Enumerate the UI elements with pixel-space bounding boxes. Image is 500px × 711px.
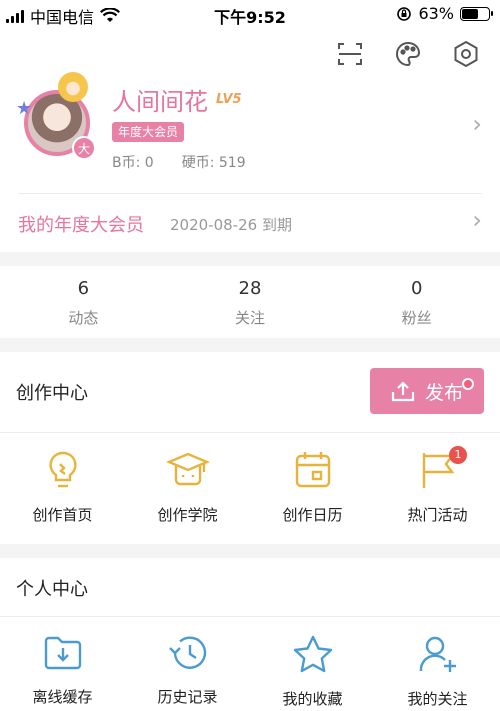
palette-icon[interactable] [394,40,422,68]
stat-followers[interactable]: 0 粉丝 [333,266,500,338]
personal-center-title: 个人中心 [16,579,88,600]
creation-academy-item[interactable]: 创作学院 [125,450,250,525]
orientation-lock-icon [397,6,412,21]
stats-bar: 6 动态 28 关注 0 粉丝 [0,266,500,338]
stat-following[interactable]: 28 关注 [167,266,334,338]
level-badge: LV5 [216,92,242,107]
battery-icon [460,6,493,21]
star-icon [293,635,332,673]
notification-badge: 1 [449,446,467,464]
calendar-icon [295,452,330,488]
history-item[interactable]: 历史记录 [125,634,250,709]
my-following-item[interactable]: 我的关注 [375,634,500,709]
creation-center-title: 创作中心 [16,383,88,404]
pendant-character-icon [58,72,88,102]
username[interactable]: 人间间花 [112,82,208,117]
download-folder-icon [44,636,81,670]
creation-calendar-item[interactable]: 创作日历 [250,450,375,525]
upload-icon [391,381,415,402]
hard-coin: 硬币: 519 [181,155,246,171]
creation-home-item[interactable]: 创作首页 [0,450,125,525]
profile-card: ★ 大 人间间花 LV5 年度大会员 B币: 0 硬币: 519 › 我的年度大… [0,30,500,252]
status-bar: 中国电信 下午9:52 63% [0,0,500,30]
creation-center: 创作中心 发布 创作首页 创作学院 创作日历 1 热门活动 [0,352,500,544]
scan-icon[interactable] [336,40,364,68]
history-icon [168,636,206,669]
chevron-right-icon[interactable]: › [472,206,482,234]
favorites-item[interactable]: 我的收藏 [250,634,375,709]
offline-cache-item[interactable]: 离线缓存 [0,634,125,709]
publish-notification-dot [462,378,474,390]
vip-avatar-badge: 大 [72,136,96,160]
chevron-right-icon[interactable]: › [472,110,482,138]
stat-dynamics[interactable]: 6 动态 [0,266,167,338]
vip-expiry-date: 2020-08-26 到期 [170,216,292,234]
hot-events-item[interactable]: 1 热门活动 [375,446,500,525]
b-coin: B币: 0 [112,155,154,171]
avatar[interactable]: ★ 大 [16,72,96,166]
vip-membership-link[interactable]: 我的年度大会员 [18,211,144,237]
star-decoration-icon: ★ [16,98,33,119]
vip-tag: 年度大会员 [112,122,185,142]
coins-row: B币: 0 硬币: 519 [112,152,246,172]
academy-icon [165,452,210,486]
settings-icon[interactable] [452,40,480,68]
battery-percent: 63% [418,4,454,23]
add-user-icon [419,636,456,672]
publish-button[interactable]: 发布 [370,368,484,414]
lightbulb-icon [48,451,77,488]
divider [18,193,482,194]
personal-center: 个人中心 离线缓存 历史记录 我的收藏 我的关注 [0,558,500,711]
